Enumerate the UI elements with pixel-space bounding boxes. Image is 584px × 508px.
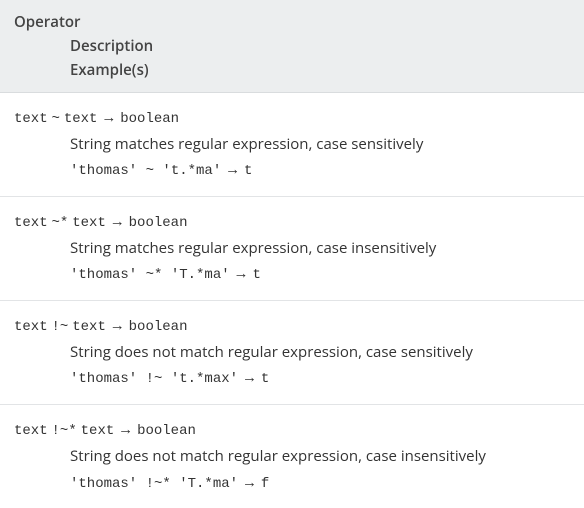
sig-right-type: text [81, 423, 115, 439]
sig-operator: ~ [52, 111, 60, 127]
arrow-icon: → [118, 419, 133, 439]
example-result: f [261, 476, 269, 492]
operators-table: Operator Description Example(s) text ~ t… [0, 0, 584, 508]
operator-example: 'thomas' ~ 't.*ma' → t [70, 157, 572, 184]
sig-right-type: text [72, 319, 106, 335]
arrow-icon: → [101, 107, 116, 127]
sig-operator: ~* [52, 215, 69, 231]
header-description: Description [70, 34, 572, 58]
arrow-icon: → [110, 315, 125, 335]
example-expression: 'thomas' !~* 'T.*ma' [70, 476, 238, 492]
sig-return-type: boolean [129, 215, 188, 231]
arrow-icon: → [225, 159, 240, 179]
table-row: text ~* text → boolean String matches re… [0, 197, 584, 301]
sig-return-type: boolean [129, 319, 188, 335]
example-expression: 'thomas' ~ 't.*ma' [70, 163, 221, 179]
table-row: text !~ text → boolean String does not m… [0, 301, 584, 405]
sig-left-type: text [14, 215, 48, 231]
table-header: Operator Description Example(s) [0, 0, 584, 93]
sig-operator: !~* [52, 423, 77, 439]
sig-left-type: text [14, 111, 48, 127]
table-row: text !~* text → boolean String does not … [0, 405, 584, 508]
sig-return-type: boolean [120, 111, 179, 127]
operator-description: String does not match regular expression… [70, 340, 572, 366]
sig-left-type: text [14, 319, 48, 335]
example-result: t [244, 163, 252, 179]
sig-right-type: text [72, 215, 106, 231]
header-operator: Operator [14, 10, 572, 34]
example-result: t [252, 267, 260, 283]
operator-signature: text ~* text → boolean [14, 209, 572, 236]
sig-left-type: text [14, 423, 48, 439]
operator-example: 'thomas' ~* 'T.*ma' → t [70, 261, 572, 288]
operator-example: 'thomas' !~ 't.*max' → t [70, 365, 572, 392]
arrow-icon: → [242, 472, 257, 492]
header-examples: Example(s) [70, 58, 572, 82]
table-row: text ~ text → boolean String matches reg… [0, 93, 584, 197]
operator-description: String does not match regular expression… [70, 444, 572, 470]
operator-description: String matches regular expression, case … [70, 132, 572, 158]
operator-signature: text ~ text → boolean [14, 105, 572, 132]
operator-description: String matches regular expression, case … [70, 236, 572, 262]
operator-signature: text !~* text → boolean [14, 417, 572, 444]
sig-operator: !~ [52, 319, 69, 335]
example-result: t [261, 371, 269, 387]
arrow-icon: → [110, 211, 125, 231]
operator-example: 'thomas' !~* 'T.*ma' → f [70, 470, 572, 497]
example-expression: 'thomas' !~ 't.*max' [70, 371, 238, 387]
arrow-icon: → [242, 367, 257, 387]
example-expression: 'thomas' ~* 'T.*ma' [70, 267, 230, 283]
arrow-icon: → [234, 263, 249, 283]
sig-right-type: text [64, 111, 98, 127]
sig-return-type: boolean [137, 423, 196, 439]
operator-signature: text !~ text → boolean [14, 313, 572, 340]
